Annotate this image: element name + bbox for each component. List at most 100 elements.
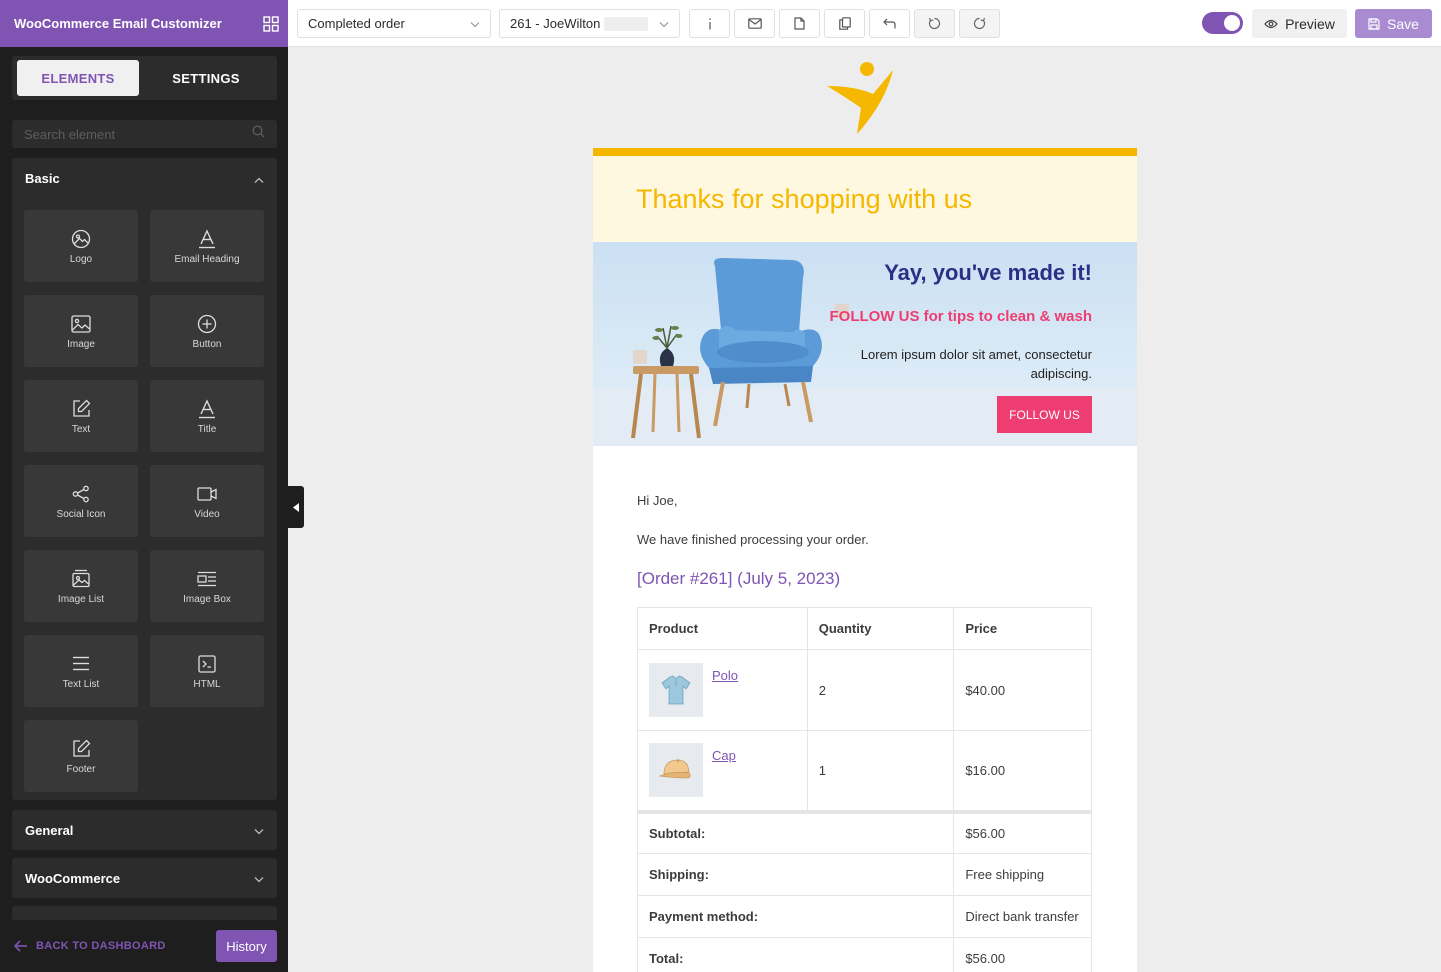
live-toggle[interactable] (1202, 12, 1243, 34)
woocommerce-panel-label: WooCommerce (25, 870, 121, 886)
share-icon (70, 483, 92, 505)
back-to-dashboard-link[interactable]: BACK TO DASHBOARD (14, 940, 166, 952)
banner-title: Yay, you've made it! (884, 260, 1092, 285)
toolbar: Completed order 261 - JoeWilton Preview … (288, 0, 1441, 47)
envelope-icon (747, 18, 762, 29)
tab-settings[interactable]: SETTINGS (139, 60, 273, 96)
heading-icon (196, 398, 218, 420)
tile-label: Social Icon (56, 508, 106, 520)
element-logo[interactable]: Logo (24, 210, 138, 282)
column-header-price: Price (953, 607, 1092, 650)
polo-thumbnail (649, 663, 703, 717)
email-template-select[interactable]: Completed order (297, 9, 491, 38)
chevron-down-icon (470, 16, 480, 31)
info-icon (708, 18, 711, 29)
file-icon (794, 17, 805, 30)
table-row: Polo 2 $40.00 (637, 649, 1092, 731)
code-icon (196, 653, 218, 675)
price-cell: $16.00 (953, 730, 1092, 812)
app-title: WooCommerce Email Customizer (14, 16, 222, 31)
email-template-value: Completed order (308, 16, 405, 31)
general-panel-header[interactable]: General (12, 810, 277, 850)
table-row: Cap 1 $16.00 (637, 730, 1092, 812)
sidebar-footer: BACK TO DASHBOARD History (0, 920, 288, 972)
cap-icon (658, 759, 691, 779)
element-grid: Logo Email Heading Image Button Text Tit… (24, 210, 264, 792)
email-heading[interactable]: Thanks for shopping with us (593, 156, 1137, 242)
email-logo[interactable] (593, 58, 1137, 138)
redo-icon (973, 17, 986, 30)
email-preview: Thanks for shopping with us Yay, you've … (593, 148, 1137, 972)
element-image-list[interactable]: Image List (24, 550, 138, 622)
collapse-sidebar-handle[interactable] (288, 486, 304, 528)
reset-button[interactable] (869, 9, 910, 38)
copy-template-button[interactable] (824, 9, 865, 38)
tile-label: Email Heading (174, 253, 240, 265)
total-label: Total: (636, 937, 955, 972)
payment-method-label: Payment method: (636, 895, 955, 938)
element-social-icon[interactable]: Social Icon (24, 465, 138, 537)
element-text-list[interactable]: Text List (24, 635, 138, 707)
intro-text[interactable]: We have finished processing your order. (637, 532, 1092, 547)
general-panel: General (12, 810, 277, 850)
product-link-polo[interactable]: Polo (712, 668, 738, 683)
list-icon (70, 653, 92, 675)
element-text[interactable]: Text (24, 380, 138, 452)
new-template-button[interactable] (779, 9, 820, 38)
info-button[interactable] (689, 9, 730, 38)
element-footer[interactable]: Footer (24, 720, 138, 792)
promo-banner[interactable]: Yay, you've made it! FOLLOW US for tips … (593, 242, 1137, 446)
product-link-cap[interactable]: Cap (712, 748, 736, 763)
shipping-label: Shipping: (636, 853, 955, 896)
basic-panel: Basic Logo Email Heading Image Button Te… (12, 158, 277, 800)
redacted-text (604, 16, 649, 31)
order-select[interactable]: 261 - JoeWilton (499, 9, 680, 38)
greeting-text[interactable]: Hi Joe, (637, 493, 1092, 508)
save-button[interactable]: Save (1355, 9, 1432, 38)
copy-icon (838, 17, 851, 30)
tile-label: Button (192, 338, 222, 350)
banner-subtitle: FOLLOW US for tips to clean & wash (829, 308, 1092, 325)
plus-circle-icon (196, 313, 218, 335)
order-heading[interactable]: [Order #261] (July 5, 2023) (637, 569, 1092, 589)
edit-icon (70, 738, 92, 760)
tab-elements[interactable]: ELEMENTS (17, 60, 139, 96)
preview-button[interactable]: Preview (1252, 9, 1347, 38)
logo-icon (70, 228, 92, 250)
order-table[interactable]: Product Quantity Price Polo 2 $40.00 Cap… (636, 607, 1092, 972)
header-accent-bar (593, 148, 1137, 156)
chevron-up-icon (254, 171, 264, 186)
send-test-email-button[interactable] (734, 9, 775, 38)
payment-method-row: Payment method: Direct bank transfer (636, 895, 1092, 938)
history-button[interactable]: History (216, 930, 277, 962)
element-image-box[interactable]: Image Box (150, 550, 264, 622)
basic-panel-header[interactable]: Basic (12, 158, 277, 198)
sidebar-tabs: ELEMENTS SETTINGS (12, 56, 277, 100)
subtotal-label: Subtotal: (636, 809, 955, 854)
undo-button[interactable] (914, 9, 955, 38)
element-title[interactable]: Title (150, 380, 264, 452)
product-cell: Polo (637, 649, 808, 731)
heading-icon (196, 228, 218, 250)
grid-icon[interactable] (262, 15, 280, 33)
armchair-illustration (631, 258, 849, 439)
polo-shirt-icon (661, 675, 691, 705)
element-video[interactable]: Video (150, 465, 264, 537)
sidebar-header: WooCommerce Email Customizer (0, 0, 288, 47)
follow-us-button[interactable]: FOLLOW US (997, 396, 1092, 433)
redo-button[interactable] (959, 9, 1000, 38)
woocommerce-panel-header[interactable]: WooCommerce (12, 858, 277, 898)
tile-label: Logo (69, 253, 93, 265)
element-email-heading[interactable]: Email Heading (150, 210, 264, 282)
search-input[interactable] (24, 126, 252, 142)
caret-left-icon (293, 502, 299, 512)
element-button[interactable]: Button (150, 295, 264, 367)
brand-logo-icon (827, 62, 893, 134)
preview-label: Preview (1285, 15, 1335, 32)
element-image[interactable]: Image (24, 295, 138, 367)
element-html[interactable]: HTML (150, 635, 264, 707)
product-cell: Cap (637, 730, 808, 812)
save-label: Save (1387, 15, 1419, 32)
search-box (12, 120, 277, 148)
subtotal-row: Subtotal: $56.00 (636, 809, 1092, 854)
